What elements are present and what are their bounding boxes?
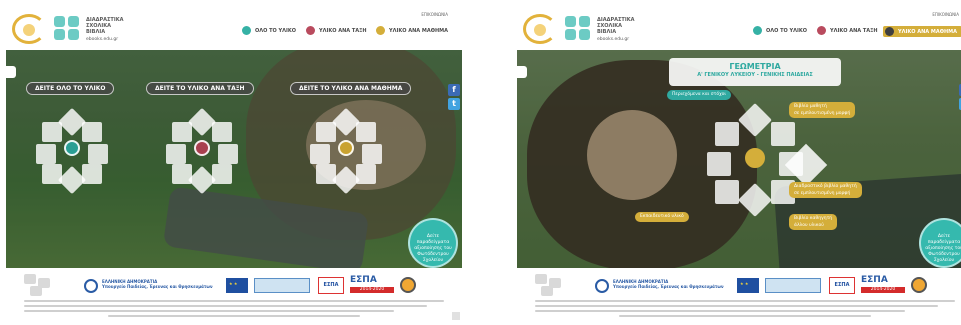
view-by-class-button[interactable]: ΔΕΙΤΕ ΤΟ ΥΛΙΚΟ ΑΝΑ ΤΑΞΗ [146, 82, 254, 95]
contents-goals-link[interactable]: Περιεχόμενα και στόχοι [667, 90, 731, 100]
sun-logo-icon[interactable] [12, 14, 46, 44]
government-label: ΕΛΛΗΝΙΚΗ ΔΗΜΟΚΡΑΤΙΑ Υπουργείο Παιδείας, … [102, 279, 213, 289]
red-center-icon [194, 140, 210, 156]
examples-cta-button[interactable]: Δείτε παραδείγματα αξιοποίησης του Φωτόδ… [919, 218, 961, 268]
view-by-subject-button[interactable]: ΔΕΙΤΕ ΤΟ ΥΛΙΚΟ ΑΝΑ ΜΑΘΗΜΑ [290, 82, 412, 95]
geometry-screenshot: ΔΙΑΔΡΑΣΤΙΚΑ ΣΧΟΛΙΚΑ ΒΙΒΛΙΑ ebooks.edu.gr… [517, 6, 961, 322]
flower-logo-icon[interactable] [565, 16, 593, 42]
site-footer: ΕΛΛΗΝΙΚΗ ΔΗΜΟΚΡΑΤΙΑ Υπουργείο Παιδείας, … [517, 268, 961, 322]
espa-badge: ΕΣΠΑ [829, 277, 855, 294]
all-material-flower[interactable] [36, 107, 108, 195]
nav-by-class[interactable]: ΥΛΙΚΟ ΑΝΑ ΤΑΞΗ [817, 26, 878, 35]
interactive-book-link[interactable]: Διαδραστικό βιβλίο μαθητή σε εμπλουτισμέ… [789, 182, 862, 198]
ministry-logo-icon [535, 274, 565, 296]
nav-by-subject[interactable]: ΥΛΙΚΟ ΑΝΑ ΜΑΘΗΜΑ [376, 26, 448, 35]
view-all-button[interactable]: ΔΕΙΤΕ ΟΛΟ ΤΟ ΥΛΙΚΟ [26, 82, 115, 95]
sun-logo-icon[interactable] [523, 14, 557, 44]
logo-title: ΔΙΑΔΡΑΣΤΙΚΑ ΣΧΟΛΙΚΑ ΒΙΒΛΙΑ [86, 17, 124, 35]
nav-all-material[interactable]: ΟΛΟ ΤΟ ΥΛΙΚΟ [242, 26, 296, 35]
footer-disclaimer [24, 300, 444, 320]
nav-label: ΥΛΙΚΟ ΑΝΑ ΜΑΘΗΜΑ [389, 27, 449, 34]
nav-by-class[interactable]: ΥΛΙΚΟ ΑΝΑ ΤΑΞΗ [306, 26, 367, 35]
teal-center-icon [64, 140, 80, 156]
ministry-logo-icon [24, 274, 54, 296]
nav-label: ΥΛΙΚΟ ΑΝΑ ΤΑΞΗ [830, 27, 878, 34]
logo-url: ebooks.edu.gr [86, 37, 119, 42]
teal-dot-icon [242, 26, 251, 35]
contact-link[interactable]: ΕΠΙΚΟΙΝΩΝΙΑ [421, 12, 448, 17]
government-label: ΕΛΛΗΝΙΚΗ ΔΗΜΟΚΡΑΤΙΑ Υπουργείο Παιδείας, … [613, 279, 724, 289]
nav-label: ΟΛΟ ΤΟ ΥΛΙΚΟ [766, 27, 807, 34]
greek-crest-icon [84, 279, 98, 293]
teacher-book-link[interactable]: Βιβλίο καθηγητή άλλου υλικού [789, 214, 838, 230]
facebook-icon[interactable]: f [448, 84, 460, 96]
side-menu-tab[interactable] [517, 66, 527, 78]
examples-cta-button[interactable]: Δείτε παραδείγματα αξιοποίησης του Φωτόδ… [408, 218, 458, 268]
espa-2014-2020-logo: ΕΣΠΑ 2014-2020 [350, 276, 394, 296]
subject-title-box: ΓΕΩΜΕΤΡΙΑ Α' ΓΕΝΙΚΟΥ ΛΥΚΕΙΟΥ - ΓΕΝΙΚΗΣ Π… [669, 58, 841, 86]
twitter-icon[interactable]: t [448, 98, 460, 110]
espa-badge: ΕΣΠΑ [318, 277, 344, 294]
gold-dot-icon [376, 26, 385, 35]
site-header: ΔΙΑΔΡΑΣΤΙΚΑ ΣΧΟΛΙΚΑ ΒΙΒΛΙΑ ebooks.edu.gr… [6, 6, 462, 50]
scroll-top-button[interactable] [452, 312, 460, 320]
flower-logo-icon[interactable] [54, 16, 82, 42]
contact-link[interactable]: ΕΠΙΚΟΙΝΩΝΙΑ [932, 12, 959, 17]
nav-label: ΥΛΙΚΟ ΑΝΑ ΜΑΘΗΜΑ [898, 28, 958, 35]
student-book-link[interactable]: Βιβλίο μαθητή σε εμπλουτισμένη μορφή [789, 102, 856, 118]
espa-years: 2014-2020 [350, 287, 394, 293]
red-dot-icon [817, 26, 826, 35]
eu-flag-icon [737, 278, 759, 293]
gold-center-icon [338, 140, 354, 156]
program-logo-icon [765, 278, 821, 293]
quality-badge-icon [400, 277, 416, 293]
nav-all-material[interactable]: ΟΛΟ ΤΟ ΥΛΙΚΟ [753, 26, 807, 35]
side-menu-tab[interactable] [6, 66, 16, 78]
espa-years: 2014-2020 [861, 287, 905, 293]
logo-url: ebooks.edu.gr [597, 37, 630, 42]
espa-title: ΕΣΠΑ [350, 275, 377, 285]
nav-label: ΟΛΟ ΤΟ ΥΛΙΚΟ [255, 27, 296, 34]
screenshot-stage: ΔΙΑΔΡΑΣΤΙΚΑ ΣΧΟΛΙΚΑ ΒΙΒΛΙΑ ebooks.edu.gr… [0, 0, 961, 325]
hero-banner: f t ΔΕΙΤΕ ΟΛΟ ΤΟ ΥΛΙΚΟ ΔΕΙΤΕ ΤΟ ΥΛΙΚΟ ΑΝ… [6, 50, 462, 268]
quality-badge-icon [911, 277, 927, 293]
footer-disclaimer [535, 300, 955, 320]
site-header: ΔΙΑΔΡΑΣΤΙΚΑ ΣΧΟΛΙΚΑ ΒΙΒΛΙΑ ebooks.edu.gr… [517, 6, 961, 50]
by-class-flower[interactable] [166, 107, 238, 195]
espa-2014-2020-logo: ΕΣΠΑ 2014-2020 [861, 276, 905, 296]
eu-flag-icon [226, 278, 248, 293]
hero-banner: f t ΓΕΩΜΕΤΡΙΑ Α' ΓΕΝΙΚΟΥ ΛΥΚΕΙΟΥ - ΓΕΝΙΚ… [517, 50, 961, 268]
site-footer: ΕΛΛΗΝΙΚΗ ΔΗΜΟΚΡΑΤΙΑ Υπουργείο Παιδείας, … [6, 268, 462, 322]
nav-by-subject-active[interactable]: ΥΛΙΚΟ ΑΝΑ ΜΑΘΗΜΑ [883, 26, 961, 37]
nav-label: ΥΛΙΚΟ ΑΝΑ ΤΑΞΗ [319, 27, 367, 34]
program-logo-icon [254, 278, 310, 293]
by-subject-flower[interactable] [310, 107, 382, 195]
greek-crest-icon [595, 279, 609, 293]
teal-dot-icon [753, 26, 762, 35]
red-dot-icon [306, 26, 315, 35]
dot-icon [885, 27, 894, 36]
subject-title: ΓΕΩΜΕΤΡΙΑ [729, 62, 781, 71]
espa-title: ΕΣΠΑ [861, 275, 888, 285]
subject-subtitle: Α' ΓΕΝΙΚΟΥ ΛΥΚΕΙΟΥ - ΓΕΝΙΚΗΣ ΠΑΙΔΕΙΑΣ [697, 72, 813, 78]
homepage-screenshot: ΔΙΑΔΡΑΣΤΙΚΑ ΣΧΟΛΙΚΑ ΒΙΒΛΙΑ ebooks.edu.gr… [6, 6, 462, 322]
educational-material-link[interactable]: Εκπαιδευτικό υλικό [635, 212, 689, 222]
gold-center-icon [745, 148, 765, 168]
logo-title: ΔΙΑΔΡΑΣΤΙΚΑ ΣΧΟΛΙΚΑ ΒΙΒΛΙΑ [597, 17, 635, 35]
